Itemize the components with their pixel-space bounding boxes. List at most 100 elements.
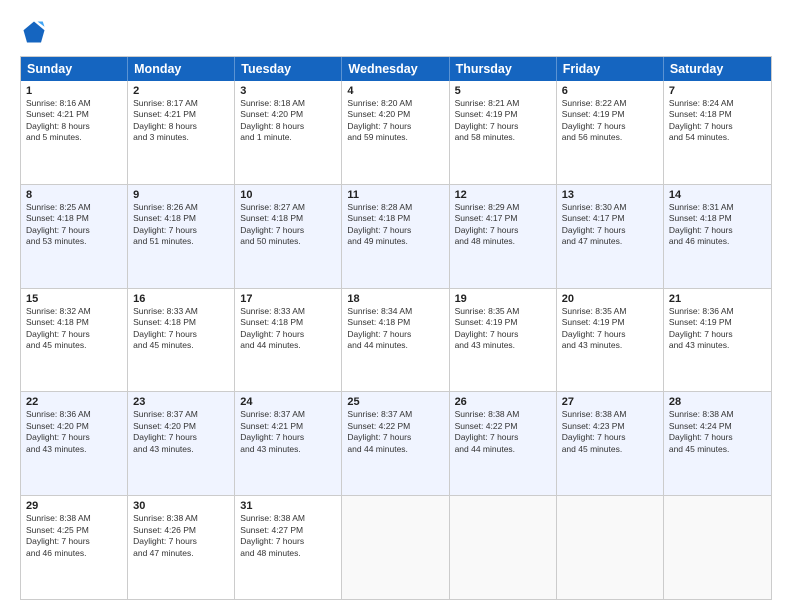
day-info: Sunrise: 8:38 AMSunset: 4:23 PMDaylight:… <box>562 409 658 455</box>
day-info: Sunrise: 8:24 AMSunset: 4:18 PMDaylight:… <box>669 98 766 144</box>
day-info: Sunrise: 8:38 AMSunset: 4:24 PMDaylight:… <box>669 409 766 455</box>
day-cell-8: 8Sunrise: 8:25 AMSunset: 4:18 PMDaylight… <box>21 185 128 288</box>
day-number: 24 <box>240 396 336 408</box>
day-number: 15 <box>26 293 122 305</box>
day-info: Sunrise: 8:29 AMSunset: 4:17 PMDaylight:… <box>455 202 551 248</box>
day-info: Sunrise: 8:17 AMSunset: 4:21 PMDaylight:… <box>133 98 229 144</box>
day-number: 19 <box>455 293 551 305</box>
day-number: 7 <box>669 85 766 97</box>
day-cell-22: 22Sunrise: 8:36 AMSunset: 4:20 PMDayligh… <box>21 392 128 495</box>
day-info: Sunrise: 8:28 AMSunset: 4:18 PMDaylight:… <box>347 202 443 248</box>
weekday-header-tuesday: Tuesday <box>235 57 342 81</box>
day-info: Sunrise: 8:16 AMSunset: 4:21 PMDaylight:… <box>26 98 122 144</box>
day-number: 11 <box>347 189 443 201</box>
day-cell-24: 24Sunrise: 8:37 AMSunset: 4:21 PMDayligh… <box>235 392 342 495</box>
day-info: Sunrise: 8:25 AMSunset: 4:18 PMDaylight:… <box>26 202 122 248</box>
day-cell-18: 18Sunrise: 8:34 AMSunset: 4:18 PMDayligh… <box>342 289 449 392</box>
day-cell-31: 31Sunrise: 8:38 AMSunset: 4:27 PMDayligh… <box>235 496 342 599</box>
day-cell-23: 23Sunrise: 8:37 AMSunset: 4:20 PMDayligh… <box>128 392 235 495</box>
calendar: SundayMondayTuesdayWednesdayThursdayFrid… <box>20 56 772 600</box>
day-info: Sunrise: 8:18 AMSunset: 4:20 PMDaylight:… <box>240 98 336 144</box>
day-number: 4 <box>347 85 443 97</box>
day-number: 16 <box>133 293 229 305</box>
day-info: Sunrise: 8:33 AMSunset: 4:18 PMDaylight:… <box>133 306 229 352</box>
day-info: Sunrise: 8:27 AMSunset: 4:18 PMDaylight:… <box>240 202 336 248</box>
empty-cell <box>664 496 771 599</box>
day-cell-27: 27Sunrise: 8:38 AMSunset: 4:23 PMDayligh… <box>557 392 664 495</box>
logo-icon <box>20 18 48 46</box>
day-number: 18 <box>347 293 443 305</box>
day-number: 27 <box>562 396 658 408</box>
day-info: Sunrise: 8:37 AMSunset: 4:20 PMDaylight:… <box>133 409 229 455</box>
day-number: 23 <box>133 396 229 408</box>
day-info: Sunrise: 8:37 AMSunset: 4:21 PMDaylight:… <box>240 409 336 455</box>
calendar-row-1: 1Sunrise: 8:16 AMSunset: 4:21 PMDaylight… <box>21 81 771 185</box>
day-number: 13 <box>562 189 658 201</box>
empty-cell <box>342 496 449 599</box>
weekday-header-monday: Monday <box>128 57 235 81</box>
calendar-body: 1Sunrise: 8:16 AMSunset: 4:21 PMDaylight… <box>21 81 771 599</box>
weekday-header-sunday: Sunday <box>21 57 128 81</box>
day-number: 21 <box>669 293 766 305</box>
day-info: Sunrise: 8:38 AMSunset: 4:22 PMDaylight:… <box>455 409 551 455</box>
day-info: Sunrise: 8:30 AMSunset: 4:17 PMDaylight:… <box>562 202 658 248</box>
day-number: 20 <box>562 293 658 305</box>
day-cell-20: 20Sunrise: 8:35 AMSunset: 4:19 PMDayligh… <box>557 289 664 392</box>
day-info: Sunrise: 8:36 AMSunset: 4:20 PMDaylight:… <box>26 409 122 455</box>
day-cell-6: 6Sunrise: 8:22 AMSunset: 4:19 PMDaylight… <box>557 81 664 184</box>
day-cell-26: 26Sunrise: 8:38 AMSunset: 4:22 PMDayligh… <box>450 392 557 495</box>
day-info: Sunrise: 8:26 AMSunset: 4:18 PMDaylight:… <box>133 202 229 248</box>
day-info: Sunrise: 8:36 AMSunset: 4:19 PMDaylight:… <box>669 306 766 352</box>
day-number: 8 <box>26 189 122 201</box>
day-info: Sunrise: 8:37 AMSunset: 4:22 PMDaylight:… <box>347 409 443 455</box>
day-number: 28 <box>669 396 766 408</box>
day-cell-10: 10Sunrise: 8:27 AMSunset: 4:18 PMDayligh… <box>235 185 342 288</box>
day-number: 22 <box>26 396 122 408</box>
day-cell-3: 3Sunrise: 8:18 AMSunset: 4:20 PMDaylight… <box>235 81 342 184</box>
header <box>20 18 772 46</box>
day-number: 29 <box>26 500 122 512</box>
day-info: Sunrise: 8:38 AMSunset: 4:25 PMDaylight:… <box>26 513 122 559</box>
day-number: 26 <box>455 396 551 408</box>
day-number: 6 <box>562 85 658 97</box>
day-number: 1 <box>26 85 122 97</box>
day-info: Sunrise: 8:38 AMSunset: 4:27 PMDaylight:… <box>240 513 336 559</box>
weekday-header-thursday: Thursday <box>450 57 557 81</box>
day-cell-17: 17Sunrise: 8:33 AMSunset: 4:18 PMDayligh… <box>235 289 342 392</box>
day-cell-25: 25Sunrise: 8:37 AMSunset: 4:22 PMDayligh… <box>342 392 449 495</box>
day-number: 12 <box>455 189 551 201</box>
calendar-row-4: 22Sunrise: 8:36 AMSunset: 4:20 PMDayligh… <box>21 392 771 496</box>
day-info: Sunrise: 8:20 AMSunset: 4:20 PMDaylight:… <box>347 98 443 144</box>
logo <box>20 18 52 46</box>
day-cell-15: 15Sunrise: 8:32 AMSunset: 4:18 PMDayligh… <box>21 289 128 392</box>
day-cell-29: 29Sunrise: 8:38 AMSunset: 4:25 PMDayligh… <box>21 496 128 599</box>
weekday-header-friday: Friday <box>557 57 664 81</box>
day-number: 17 <box>240 293 336 305</box>
day-number: 5 <box>455 85 551 97</box>
day-info: Sunrise: 8:35 AMSunset: 4:19 PMDaylight:… <box>455 306 551 352</box>
weekday-header-wednesday: Wednesday <box>342 57 449 81</box>
day-info: Sunrise: 8:22 AMSunset: 4:19 PMDaylight:… <box>562 98 658 144</box>
day-cell-2: 2Sunrise: 8:17 AMSunset: 4:21 PMDaylight… <box>128 81 235 184</box>
day-cell-9: 9Sunrise: 8:26 AMSunset: 4:18 PMDaylight… <box>128 185 235 288</box>
day-number: 14 <box>669 189 766 201</box>
empty-cell <box>450 496 557 599</box>
day-cell-11: 11Sunrise: 8:28 AMSunset: 4:18 PMDayligh… <box>342 185 449 288</box>
day-cell-16: 16Sunrise: 8:33 AMSunset: 4:18 PMDayligh… <box>128 289 235 392</box>
calendar-header: SundayMondayTuesdayWednesdayThursdayFrid… <box>21 57 771 81</box>
day-cell-5: 5Sunrise: 8:21 AMSunset: 4:19 PMDaylight… <box>450 81 557 184</box>
day-cell-28: 28Sunrise: 8:38 AMSunset: 4:24 PMDayligh… <box>664 392 771 495</box>
day-cell-1: 1Sunrise: 8:16 AMSunset: 4:21 PMDaylight… <box>21 81 128 184</box>
weekday-header-saturday: Saturday <box>664 57 771 81</box>
day-number: 31 <box>240 500 336 512</box>
day-number: 2 <box>133 85 229 97</box>
day-cell-19: 19Sunrise: 8:35 AMSunset: 4:19 PMDayligh… <box>450 289 557 392</box>
empty-cell <box>557 496 664 599</box>
day-cell-14: 14Sunrise: 8:31 AMSunset: 4:18 PMDayligh… <box>664 185 771 288</box>
day-number: 3 <box>240 85 336 97</box>
day-info: Sunrise: 8:21 AMSunset: 4:19 PMDaylight:… <box>455 98 551 144</box>
day-cell-4: 4Sunrise: 8:20 AMSunset: 4:20 PMDaylight… <box>342 81 449 184</box>
calendar-row-3: 15Sunrise: 8:32 AMSunset: 4:18 PMDayligh… <box>21 289 771 393</box>
page: SundayMondayTuesdayWednesdayThursdayFrid… <box>0 0 792 612</box>
day-cell-30: 30Sunrise: 8:38 AMSunset: 4:26 PMDayligh… <box>128 496 235 599</box>
